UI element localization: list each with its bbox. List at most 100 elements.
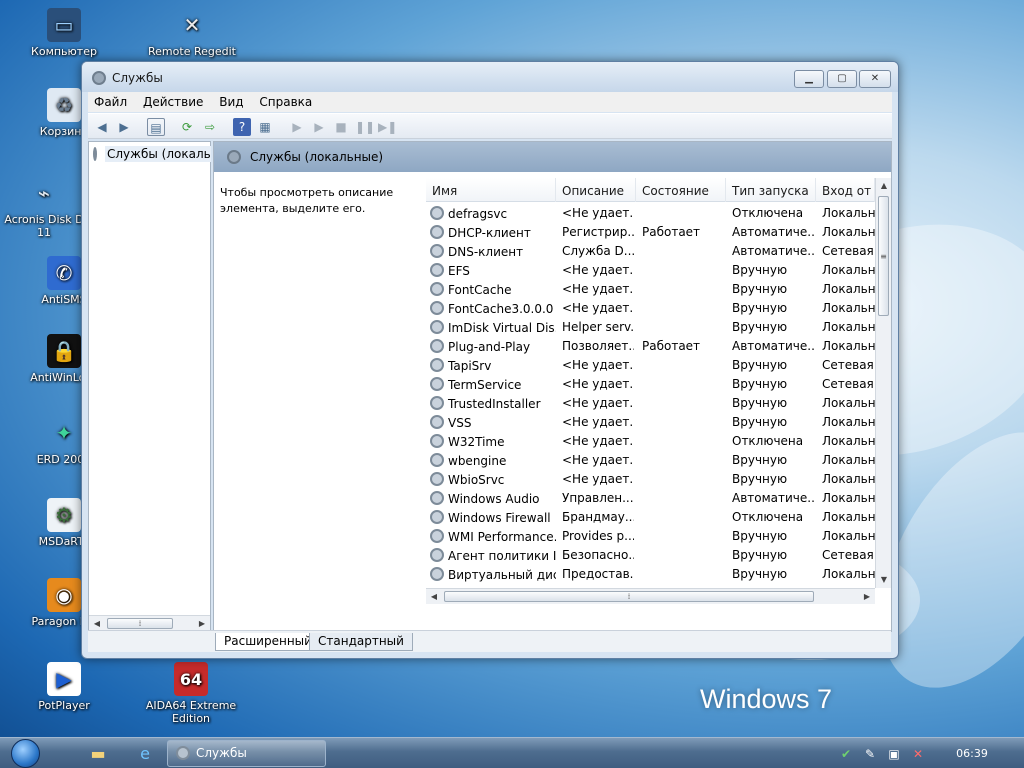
start-button[interactable]: [6, 738, 46, 768]
service-icon: [430, 358, 444, 372]
clock[interactable]: 06:39: [944, 747, 1000, 760]
scroll-thumb[interactable]: ≡: [878, 196, 889, 316]
table-row[interactable]: Windows Audio Управлен... Автоматиче... Лок…: [426, 489, 875, 508]
scroll-left-arrow[interactable]: ◀: [426, 589, 442, 605]
scroll-right-arrow[interactable]: ▶: [859, 589, 875, 605]
desktop-icon-acronis[interactable]: ⌁ Acronis Disk D 11: [4, 176, 84, 239]
tree-node-label: Службы (локаль: [105, 146, 211, 162]
service-icon: [430, 415, 444, 429]
service-logon: Локальна: [822, 396, 875, 410]
table-row[interactable]: W32Time <Не удает... Отключена Локальна: [426, 432, 875, 451]
desktop-icon-aida64[interactable]: 64 AIDA64 Extreme Edition: [126, 662, 256, 725]
desktop-icon-potplayer[interactable]: ▶ PotPlayer: [14, 662, 114, 712]
tree-node-services-local[interactable]: Службы (локаль: [93, 146, 211, 162]
close-button[interactable]: ✕: [859, 70, 891, 88]
minimize-button[interactable]: ▁: [794, 70, 824, 88]
desktop-icon-remote-regedit[interactable]: ✕ Remote Regedit: [142, 8, 242, 58]
service-name: FontCache: [448, 283, 512, 297]
table-row[interactable]: TermService <Не удает... Вручную Сетевая с: [426, 375, 875, 394]
window-titlebar[interactable]: Службы ▁ ▢ ✕: [82, 62, 898, 92]
menu-view[interactable]: Вид: [213, 92, 249, 112]
table-row[interactable]: Виртуальный диск Предостав... Вручную Локал…: [426, 565, 875, 584]
maximize-button[interactable]: ▢: [827, 70, 857, 88]
scroll-down-arrow[interactable]: ▼: [876, 572, 891, 588]
properties-icon[interactable]: ▦: [256, 118, 274, 136]
column-state[interactable]: Состояние: [636, 178, 726, 202]
service-icon: [430, 339, 444, 353]
table-row[interactable]: EFS <Не удает... Вручную Локальна: [426, 261, 875, 280]
service-icon: [430, 263, 444, 277]
service-startup: Отключена: [732, 434, 804, 448]
service-startup: Отключена: [732, 206, 804, 220]
forward-icon[interactable]: ▶: [115, 118, 133, 136]
export-list-icon[interactable]: ⇨: [201, 118, 219, 136]
table-row[interactable]: wbengine <Не удает... Вручную Локальна: [426, 451, 875, 470]
service-startup: Вручную: [732, 263, 788, 277]
tree-horizontal-scrollbar[interactable]: ◀ ⁞ ▶: [89, 615, 210, 631]
service-startup: Автоматиче...: [732, 491, 816, 505]
table-row[interactable]: TrustedInstaller <Не удает... Вручную Локал…: [426, 394, 875, 413]
table-row[interactable]: FontCache <Не удает... Вручную Локальна: [426, 280, 875, 299]
pause-service-icon[interactable]: ❚❚: [355, 118, 375, 136]
aida64-badge: 64: [179, 669, 203, 689]
table-row[interactable]: WbioSrvc <Не удает... Вручную Локальна: [426, 470, 875, 489]
start-service-icon[interactable]: ▶: [288, 118, 306, 136]
potplayer-icon: ▶: [47, 662, 81, 696]
status-bar: [88, 630, 891, 652]
internet-explorer-icon[interactable]: e: [133, 742, 157, 766]
table-row[interactable]: Plug-and-Play Позволяет... Работает Автомат…: [426, 337, 875, 356]
list-vertical-scrollbar[interactable]: ▲ ≡ ▼: [875, 178, 891, 588]
desktop-icon-computer[interactable]: ▭ Компьютер: [14, 8, 114, 58]
menu-file[interactable]: Файл: [88, 92, 133, 112]
menu-action[interactable]: Действие: [137, 92, 209, 112]
table-row[interactable]: FontCache3.0.0.0 <Не удает... Вручную Локал…: [426, 299, 875, 318]
table-row[interactable]: WMI Performance... Provides p... Вручную Ло…: [426, 527, 875, 546]
column-description[interactable]: Описание: [556, 178, 636, 202]
service-logon: Сетевая с: [822, 244, 875, 258]
explorer-icon[interactable]: ▬: [86, 742, 110, 766]
service-name: Виртуальный диск: [448, 568, 556, 582]
taskbar-services-button[interactable]: Службы: [167, 740, 326, 767]
stop-service-icon[interactable]: ■: [332, 118, 350, 136]
security-shield-icon[interactable]: ✔: [838, 746, 854, 762]
help-icon[interactable]: ?: [233, 118, 251, 136]
column-startup-type[interactable]: Тип запуска: [726, 178, 816, 202]
network-icon[interactable]: ▣: [886, 746, 902, 762]
table-row[interactable]: VSS <Не удает... Вручную Локальна: [426, 413, 875, 432]
recycle-bin-icon: ♻: [47, 88, 81, 122]
pane-title: Службы (локальные): [250, 150, 384, 164]
tab-standard[interactable]: Стандартный: [309, 633, 413, 651]
show-hide-tree-icon[interactable]: ▤: [147, 118, 165, 136]
list-header: Имя Описание Состояние Тип запуска Вход …: [426, 178, 875, 202]
table-row[interactable]: TapiSrv <Не удает... Вручную Сетевая с: [426, 356, 875, 375]
scroll-thumb[interactable]: ⁞: [444, 591, 814, 602]
service-icon: [430, 244, 444, 258]
table-row[interactable]: DHCP-клиент Регистрир... Работает Автоматич…: [426, 223, 875, 242]
antiwinlock-icon: 🔒: [47, 334, 81, 368]
restart-service-icon[interactable]: ▶❚: [378, 118, 397, 136]
pen-icon[interactable]: ✎: [862, 746, 878, 762]
table-row[interactable]: Агент политики I... Безопасно... Вручную Се…: [426, 546, 875, 565]
start-service-alt-icon[interactable]: ▶: [310, 118, 328, 136]
service-startup: Автоматиче...: [732, 244, 816, 258]
scroll-up-arrow[interactable]: ▲: [876, 178, 891, 194]
table-row[interactable]: Windows Firewall Брандмау... Отключена Лока…: [426, 508, 875, 527]
table-row[interactable]: DNS-клиент Служба D... Автоматиче... Сетева…: [426, 242, 875, 261]
volume-muted-icon[interactable]: ✕: [910, 746, 926, 762]
refresh-icon[interactable]: ⟳: [178, 118, 196, 136]
menu-help[interactable]: Справка: [253, 92, 318, 112]
desktop-icon-label: Компьютер: [31, 45, 97, 58]
scroll-thumb[interactable]: ⁞: [107, 618, 173, 629]
service-logon: Локальна: [822, 301, 875, 315]
services-pane: Службы (локальные) Чтобы просмотреть опи…: [213, 141, 892, 632]
service-startup: Автоматиче...: [732, 225, 816, 239]
table-row[interactable]: ImDisk Virtual Dis... Helper serv... Вручн…: [426, 318, 875, 337]
tab-extended[interactable]: Расширенный: [215, 633, 321, 651]
list-horizontal-scrollbar[interactable]: ◀ ⁞ ▶: [426, 588, 875, 604]
back-icon[interactable]: ◀: [93, 118, 111, 136]
taskbar: ▬ e Службы ✔ ✎ ▣ ✕ 06:39: [0, 737, 1024, 768]
column-logon-as[interactable]: Вход от и: [816, 178, 875, 202]
table-row[interactable]: defragsvc <Не удает... Отключена Локальна: [426, 204, 875, 223]
service-name: TermService: [448, 378, 522, 392]
service-logon: Сетевая с: [822, 358, 875, 372]
